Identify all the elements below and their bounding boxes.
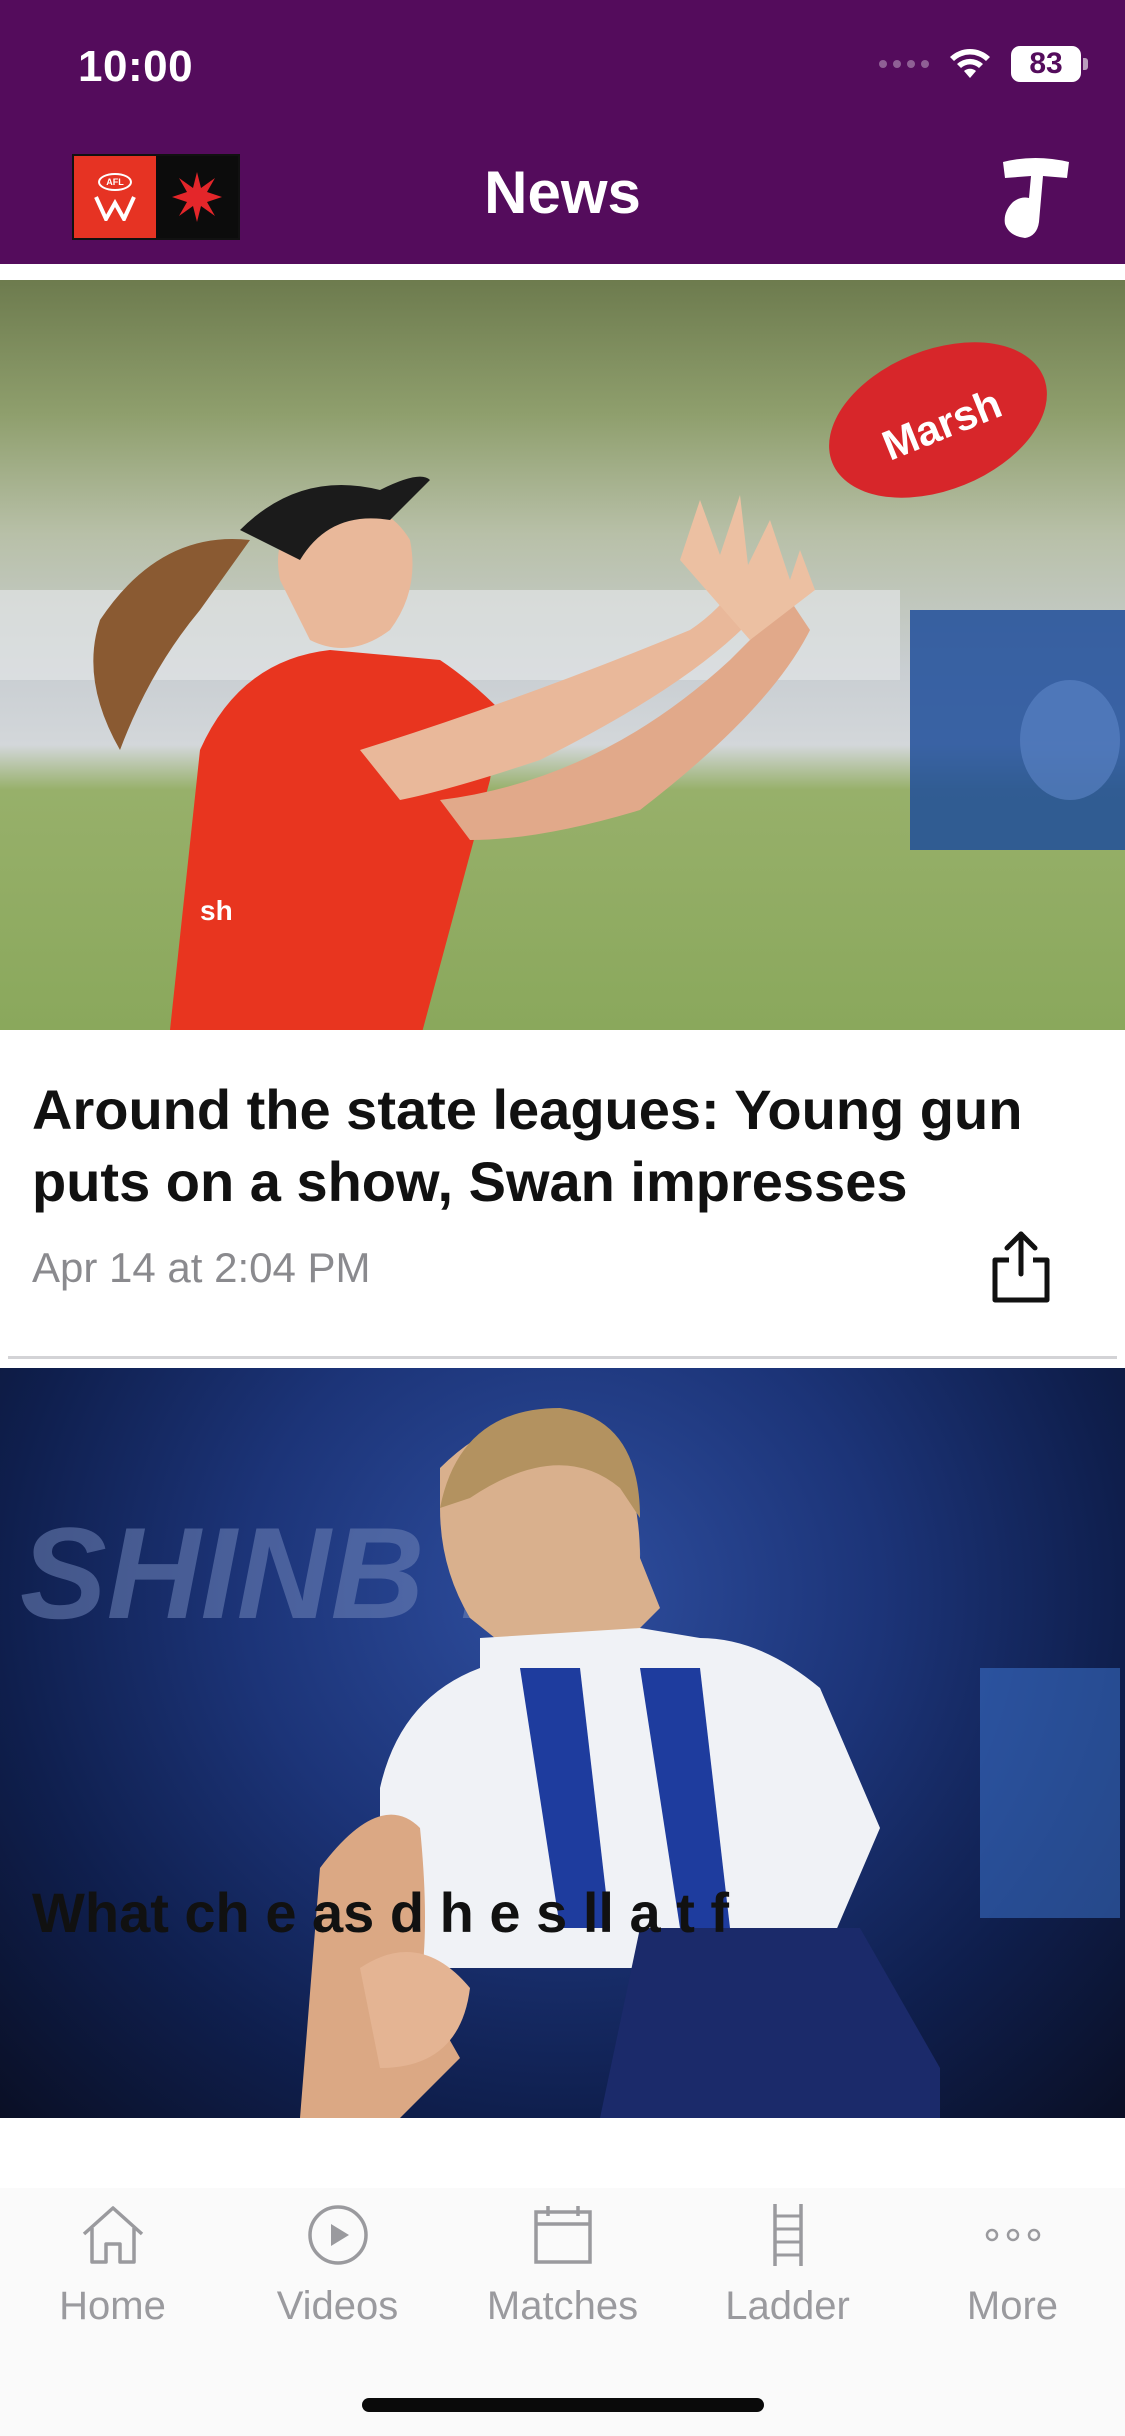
player-marking-ball-image: Marsh sh xyxy=(0,342,1125,1030)
tab-label: Ladder xyxy=(725,2284,850,2328)
tab-label: More xyxy=(966,2284,1059,2328)
tab-videos[interactable]: Videos xyxy=(225,2200,450,2350)
tab-matches[interactable]: Matches xyxy=(450,2200,675,2350)
jersey-text: sh xyxy=(200,895,233,926)
play-icon xyxy=(307,2205,368,2265)
page-title: News xyxy=(484,159,641,226)
tab-ladder[interactable]: Ladder xyxy=(675,2200,900,2350)
tab-label: Videos xyxy=(276,2284,399,2328)
more-icon xyxy=(985,2228,1040,2242)
battery-level: 83 xyxy=(1029,47,1063,80)
home-icon xyxy=(82,2206,143,2264)
article-date: Apr 14 at 2:04 PM xyxy=(32,1244,371,1291)
article-headline-partial[interactable]: What ch e as d h e s ll a t f xyxy=(32,1880,729,1945)
calendar-icon xyxy=(533,2206,592,2264)
article-photo[interactable]: SHINB ER xyxy=(0,1368,1125,2118)
status-indicators: 83 xyxy=(879,46,1088,82)
wifi-icon xyxy=(950,49,990,78)
player-portrait-image: SHINB ER xyxy=(20,1408,1120,2118)
tab-label: Matches xyxy=(486,2284,639,2328)
signal-dots-icon xyxy=(879,60,929,68)
battery-icon: 83 xyxy=(1011,46,1088,82)
news-feed[interactable]: Marsh sh Around the state leagues: Young… xyxy=(0,264,1125,2188)
article-card[interactable]: SHINB ER xyxy=(0,1368,1125,2118)
article-headline[interactable]: Around the state leagues: Young gun puts… xyxy=(0,1030,1125,1218)
telstra-logo-icon[interactable] xyxy=(995,152,1075,242)
article-card[interactable]: Marsh sh Around the state leagues: Young… xyxy=(0,280,1125,1359)
app-header: 10:00 83 AFL News xyxy=(0,0,1125,264)
article-meta: Apr 14 at 2:04 PM xyxy=(0,1218,1125,1328)
status-time: 10:00 xyxy=(78,42,194,91)
tab-more[interactable]: More xyxy=(900,2200,1125,2350)
tab-home[interactable]: Home xyxy=(0,2200,225,2350)
card-divider xyxy=(8,1356,1117,1359)
share-icon[interactable] xyxy=(987,1228,1055,1306)
article-photo[interactable]: Marsh sh xyxy=(0,280,1125,1030)
ladder-icon xyxy=(772,2204,803,2266)
tab-label: Home xyxy=(59,2284,166,2328)
home-indicator[interactable] xyxy=(362,2398,764,2412)
